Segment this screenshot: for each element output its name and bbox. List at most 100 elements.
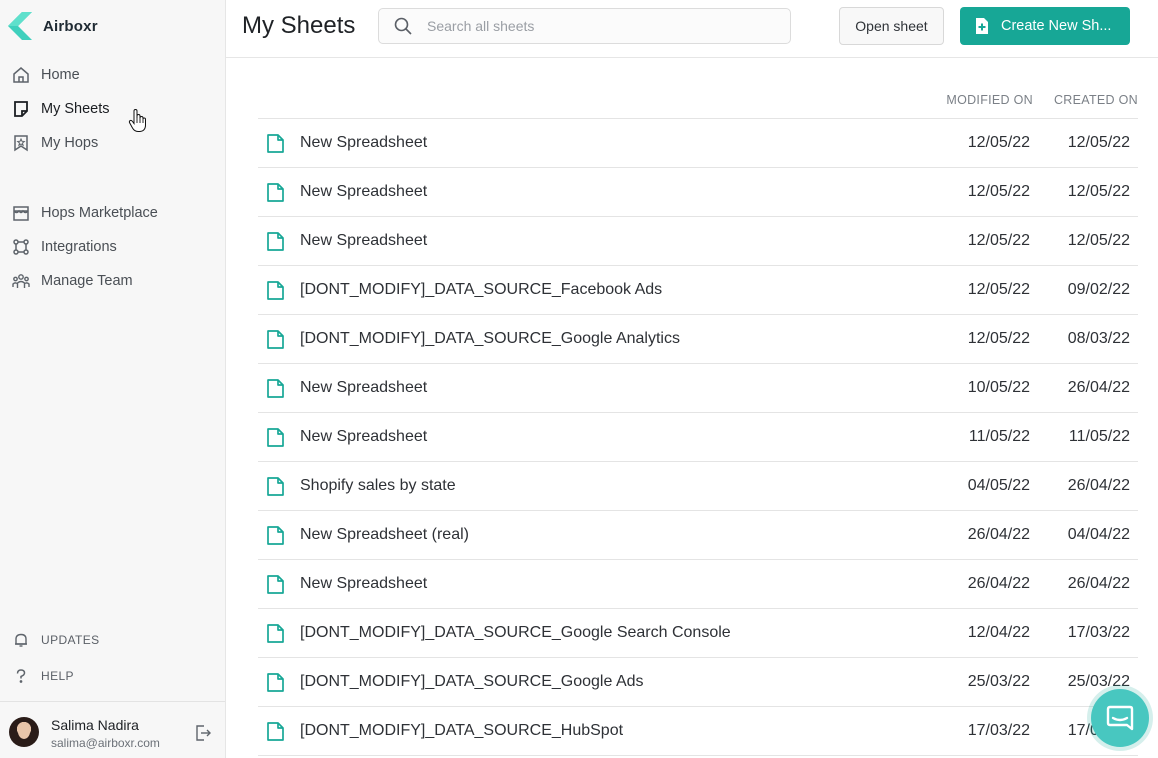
sheet-name: New Spreadsheet (real)	[300, 526, 469, 543]
user-email: salima@airboxr.com	[51, 736, 160, 750]
table-row[interactable]: [DONT_MODIFY]_DATA_SOURCE_HubSpot 17/03/2…	[258, 707, 1138, 756]
modified-date: 12/05/22	[967, 134, 1030, 151]
file-icon	[267, 134, 284, 153]
nav-hops-marketplace[interactable]: Hops Marketplace	[0, 198, 225, 228]
nav-help[interactable]: HELP	[0, 663, 225, 689]
nav-my-sheets[interactable]: My Sheets	[0, 94, 225, 124]
airboxr-logo-icon	[8, 12, 32, 40]
sheet-name: [DONT_MODIFY]_DATA_SOURCE_Google Search …	[300, 624, 731, 641]
create-new-sheet-button[interactable]: Create New Sh...	[960, 7, 1130, 45]
column-created-on[interactable]: CREATED ON	[1054, 93, 1138, 107]
modified-date: 17/03/22	[967, 722, 1030, 739]
user-profile: Salima Nadira salima@airboxr.com	[0, 701, 225, 758]
search-box[interactable]	[378, 8, 791, 44]
file-icon	[267, 183, 284, 202]
table-row[interactable]: Shopify sales by state 04/05/22 26/04/22	[258, 462, 1138, 511]
nav-label: Manage Team	[41, 273, 133, 289]
sheet-name: [DONT_MODIFY]_DATA_SOURCE_Facebook Ads	[300, 281, 663, 298]
chat-bubble	[1091, 689, 1149, 747]
modified-date: 11/05/22	[968, 428, 1030, 445]
add-file-icon	[974, 18, 990, 34]
file-icon	[267, 379, 284, 398]
file-icon	[267, 232, 284, 251]
created-date: 04/04/22	[1067, 526, 1130, 543]
nav-label: UPDATES	[41, 633, 100, 647]
table-row[interactable]: New Spreadsheet 11/05/22 11/05/22	[258, 413, 1138, 462]
sheet-name: New Spreadsheet	[300, 232, 428, 249]
created-date: 12/05/22	[1067, 232, 1130, 249]
created-date: 08/03/22	[1067, 330, 1130, 347]
header: My Sheets Open sheet Create New Sh...	[226, 0, 1158, 58]
page-title: My Sheets	[242, 12, 356, 39]
search-input[interactable]	[427, 18, 767, 34]
sheet-name: [DONT_MODIFY]_DATA_SOURCE_HubSpot	[300, 722, 624, 739]
file-icon	[267, 281, 284, 300]
modified-date: 12/04/22	[967, 624, 1030, 641]
create-button-label: Create New Sh...	[1001, 18, 1112, 34]
bell-icon	[12, 631, 30, 649]
file-icon	[267, 428, 284, 447]
table-row[interactable]: [DONT_MODIFY]_DATA_SOURCE_Facebook Ads 12…	[258, 266, 1138, 315]
file-icon	[267, 575, 284, 594]
modified-date: 25/03/22	[967, 673, 1030, 690]
table-row[interactable]: New Spreadsheet 12/05/22 12/05/22	[258, 119, 1138, 168]
created-date: 09/02/22	[1067, 281, 1130, 298]
nav-label: My Sheets	[41, 101, 110, 117]
modified-date: 10/05/22	[967, 379, 1030, 396]
integrations-icon	[12, 238, 30, 256]
bookmark-icon	[12, 134, 30, 152]
modified-date: 12/05/22	[967, 232, 1030, 249]
nav-label: Hops Marketplace	[41, 205, 158, 221]
table-row[interactable]: New Spreadsheet 12/05/22 12/05/22	[258, 217, 1138, 266]
chat-icon	[1106, 705, 1134, 731]
nav-my-hops[interactable]: My Hops	[0, 128, 225, 158]
created-date: 12/05/22	[1067, 183, 1130, 200]
sheet-name: New Spreadsheet	[300, 379, 428, 396]
nav-updates[interactable]: UPDATES	[0, 627, 225, 653]
store-icon	[12, 204, 30, 222]
nav-home[interactable]: Home	[0, 60, 225, 90]
avatar[interactable]	[9, 717, 39, 747]
nav-label: HELP	[41, 669, 74, 683]
sheet-name: [DONT_MODIFY]_DATA_SOURCE_Google Ads	[300, 673, 644, 690]
search-icon	[393, 16, 413, 36]
table-row[interactable]: New Spreadsheet 26/04/22 26/04/22	[258, 560, 1138, 609]
created-date: 17/03/22	[1067, 624, 1130, 641]
table-row[interactable]: [DONT_MODIFY]_DATA_SOURCE_Google Analyti…	[258, 315, 1138, 364]
sheet-name: New Spreadsheet	[300, 134, 428, 151]
table-row[interactable]: New Spreadsheet (real) 26/04/22 04/04/22	[258, 511, 1138, 560]
table-row[interactable]: New Spreadsheet 12/05/22 12/05/22	[258, 168, 1138, 217]
logo[interactable]: Airboxr	[8, 12, 98, 40]
column-modified-on[interactable]: MODIFIED ON	[946, 93, 1033, 107]
nav-label: Home	[41, 67, 80, 83]
table-row[interactable]: New Spreadsheet 10/05/22 26/04/22	[258, 364, 1138, 413]
created-date: 26/04/22	[1067, 379, 1130, 396]
nav-integrations[interactable]: Integrations	[0, 232, 225, 262]
modified-date: 04/05/22	[967, 477, 1030, 494]
logout-icon[interactable]	[194, 724, 212, 742]
sheet-name: New Spreadsheet	[300, 183, 428, 200]
sheet-icon	[12, 100, 30, 118]
app-name: Airboxr	[43, 17, 98, 35]
created-date: 26/04/22	[1067, 477, 1130, 494]
open-sheet-button[interactable]: Open sheet	[839, 7, 944, 45]
modified-date: 12/05/22	[967, 330, 1030, 347]
file-icon	[267, 624, 284, 643]
table-row[interactable]: [DONT_MODIFY]_DATA_SOURCE_Google Ads 25/0…	[258, 658, 1138, 707]
nav-label: Integrations	[41, 239, 117, 255]
modified-date: 12/05/22	[967, 183, 1030, 200]
table-header: MODIFIED ON CREATED ON	[258, 84, 1138, 119]
created-date: 26/04/22	[1067, 575, 1130, 592]
nav-label: My Hops	[41, 135, 99, 151]
modified-date: 12/05/22	[967, 281, 1030, 298]
table-row[interactable]: [DONT_MODIFY]_DATA_SOURCE_Google Search …	[258, 609, 1138, 658]
file-icon	[267, 526, 284, 545]
sidebar: Airboxr Home My Sheets My Hops Hops Mark…	[0, 0, 226, 758]
modified-date: 26/04/22	[967, 526, 1030, 543]
question-icon	[12, 667, 30, 685]
nav-manage-team[interactable]: Manage Team	[0, 266, 225, 296]
modified-date: 26/04/22	[967, 575, 1030, 592]
file-icon	[267, 673, 284, 692]
team-icon	[12, 272, 30, 290]
chat-launcher-button[interactable]	[1087, 685, 1153, 751]
